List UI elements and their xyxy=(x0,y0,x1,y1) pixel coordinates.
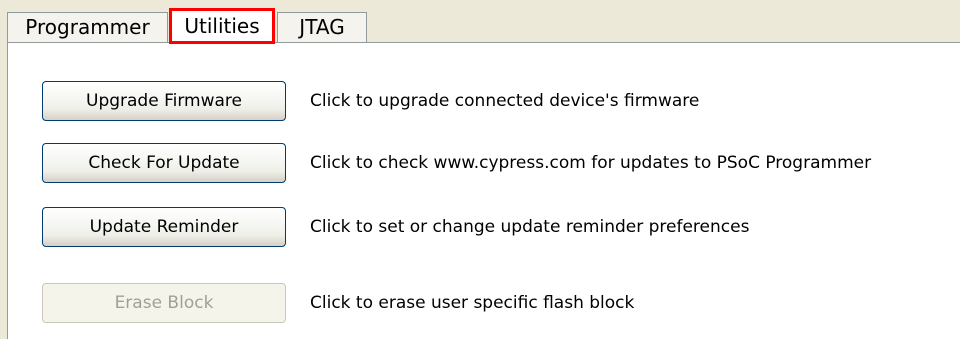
tab-strip: Programmer Utilities JTAG xyxy=(0,0,960,44)
tab-jtag[interactable]: JTAG xyxy=(277,12,367,42)
erase-block-button: Erase Block xyxy=(42,283,286,323)
update-reminder-description: Click to set or change update reminder p… xyxy=(310,217,750,237)
tab-utilities[interactable]: Utilities xyxy=(169,8,275,44)
upgrade-firmware-description: Click to upgrade connected device's firm… xyxy=(310,91,700,111)
erase-block-description: Click to erase user specific flash block xyxy=(310,293,635,313)
application-window: Programmer Utilities JTAG Upgrade Firmwa… xyxy=(0,0,960,339)
tab-programmer[interactable]: Programmer xyxy=(7,12,168,42)
erase-block-row: Erase Block Click to erase user specific… xyxy=(42,283,942,323)
upgrade-firmware-button[interactable]: Upgrade Firmware xyxy=(42,81,286,121)
update-reminder-button[interactable]: Update Reminder xyxy=(42,207,286,247)
upgrade-firmware-row: Upgrade Firmware Click to upgrade connec… xyxy=(42,81,942,121)
check-for-update-button[interactable]: Check For Update xyxy=(42,143,286,183)
update-reminder-row: Update Reminder Click to set or change u… xyxy=(42,207,942,247)
check-for-update-description: Click to check www.cypress.com for updat… xyxy=(310,153,872,173)
utilities-panel: Upgrade Firmware Click to upgrade connec… xyxy=(7,42,960,339)
check-for-update-row: Check For Update Click to check www.cypr… xyxy=(42,143,942,183)
